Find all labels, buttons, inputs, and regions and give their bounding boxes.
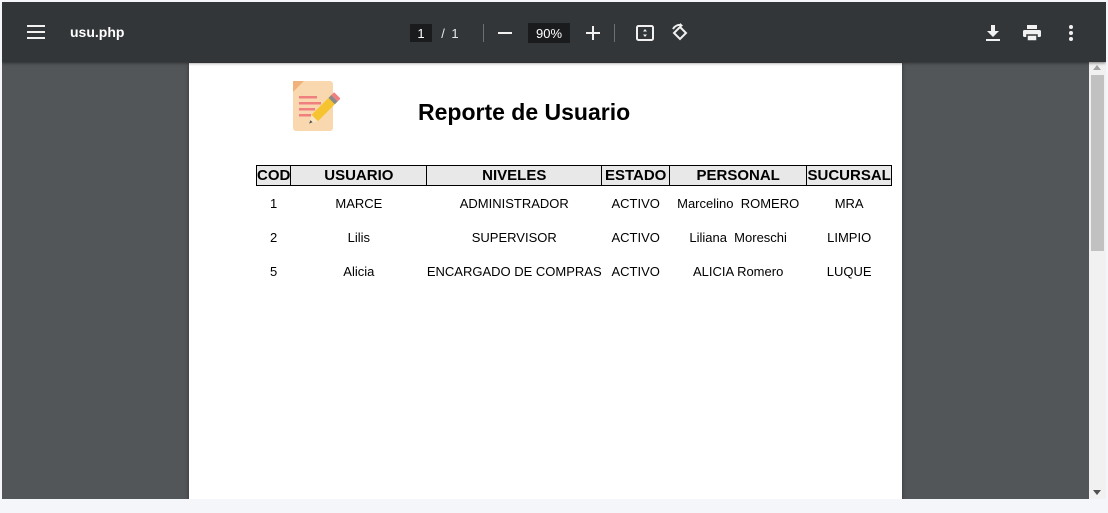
cell-cod: 5	[270, 263, 278, 279]
column-header-estado: ESTADO	[601, 165, 671, 186]
column-header-personal: PERSONAL	[669, 165, 808, 186]
rotate-icon[interactable]	[668, 21, 692, 45]
table-row: 5 Alicia ENCARGADO DE COMPRAS ACTIVO ALI…	[257, 254, 892, 288]
cell-estado: ACTIVO	[611, 229, 660, 245]
cell-personal: Marcelino ROMERO	[677, 195, 800, 211]
cell-niveles: ENCARGADO DE COMPRAS	[426, 263, 602, 279]
total-pages: 1	[451, 25, 459, 41]
print-icon[interactable]	[1021, 22, 1043, 44]
vertical-scrollbar[interactable]	[1089, 62, 1106, 499]
cell-sucursal: LIMPIO	[827, 229, 872, 245]
cell-niveles: ADMINISTRADOR	[459, 195, 569, 211]
column-header-cod: COD	[255, 165, 292, 186]
column-header-usuario: USUARIO	[290, 165, 428, 186]
zoom-level-input[interactable]: 90%	[528, 23, 570, 43]
scrollbar-thumb[interactable]	[1091, 75, 1104, 251]
toolbar-divider	[614, 24, 615, 42]
toolbar-divider	[483, 24, 484, 42]
cell-usuario: Alicia	[343, 263, 375, 279]
table-row: 1 MARCE ADMINISTRADOR ACTIVO Marcelino R…	[257, 186, 892, 221]
column-header-sucursal: SUCURSAL	[806, 165, 893, 186]
cell-personal: ALICIA Romero	[692, 263, 784, 279]
download-icon[interactable]	[982, 22, 1004, 44]
window-bottom-edge	[0, 499, 1108, 513]
page-separator: /	[441, 25, 445, 41]
minus-icon[interactable]	[494, 22, 516, 44]
scroll-up-arrow-icon[interactable]	[1093, 65, 1101, 70]
more-vert-icon[interactable]	[1060, 22, 1082, 44]
table-header-row: COD USUARIO NIVELES ESTADO PERSONAL SUCU…	[255, 165, 893, 186]
plus-icon[interactable]	[582, 22, 604, 44]
pdf-viewer: usu.php 1 / 1 90% Reporte de Usuario COD…	[2, 2, 1106, 499]
hamburger-menu-icon[interactable]	[22, 20, 50, 44]
cell-usuario: MARCE	[335, 195, 383, 211]
cell-personal: Liliana Moreschi	[689, 229, 787, 245]
pdf-toolbar: usu.php 1 / 1 90%	[2, 2, 1106, 62]
scroll-down-arrow-icon[interactable]	[1093, 490, 1101, 495]
cell-sucursal: MRA	[834, 195, 864, 211]
cell-cod: 1	[270, 195, 278, 211]
cell-estado: ACTIVO	[611, 263, 660, 279]
pdf-page: Reporte de Usuario COD USUARIO NIVELES E…	[189, 63, 902, 499]
notepad-pencil-icon	[290, 78, 341, 134]
cell-estado: ACTIVO	[611, 195, 660, 211]
cell-usuario: Lilis	[347, 229, 371, 245]
cell-sucursal: LUQUE	[826, 263, 872, 279]
cell-cod: 2	[270, 229, 278, 245]
page-number-input[interactable]: 1	[410, 24, 432, 42]
file-name: usu.php	[70, 24, 125, 40]
cell-niveles: SUPERVISOR	[471, 229, 557, 245]
fit-to-page-icon[interactable]	[633, 22, 657, 44]
report-title: Reporte de Usuario	[418, 99, 631, 125]
column-header-niveles: NIVELES	[426, 165, 603, 186]
table-row: 2 Lilis SUPERVISOR ACTIVO Liliana Moresc…	[257, 220, 892, 254]
users-report-table: COD USUARIO NIVELES ESTADO PERSONAL SUCU…	[255, 165, 893, 288]
